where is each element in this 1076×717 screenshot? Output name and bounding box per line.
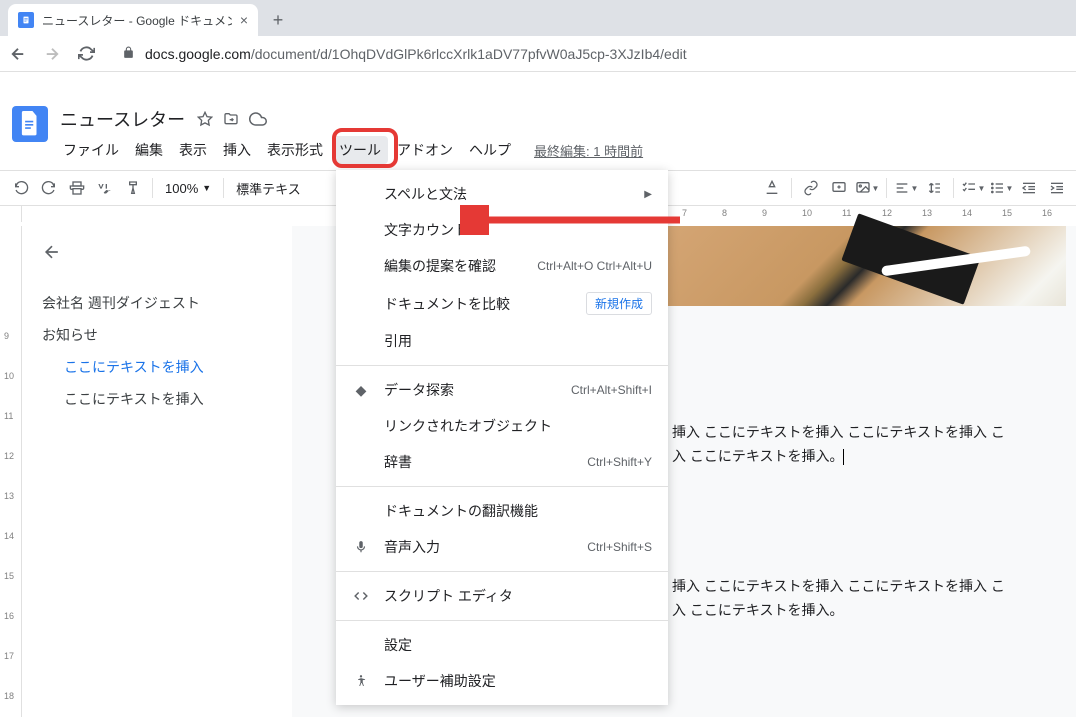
spellcheck-button[interactable] <box>92 175 118 201</box>
tab-title: ニュースレター - Google ドキュメント <box>42 12 232 29</box>
menu-bar: ファイル 編集 表示 挿入 表示形式 ツール アドオン ヘルプ 最終編集: 1 … <box>56 136 1064 164</box>
body-line-3: 挿入 ここにテキストを挿入 ここにテキストを挿入 こ <box>672 574 1005 599</box>
text-cursor-icon <box>843 449 844 465</box>
menu-linked-objects[interactable]: リンクされたオブジェクト <box>336 408 668 444</box>
outline-heading-2[interactable]: お知らせ <box>42 319 272 351</box>
paint-format-button[interactable] <box>120 175 146 201</box>
url-text: docs.google.com/document/d/1OhqDVdGlPk6r… <box>145 46 687 62</box>
outline-heading-1[interactable]: 会社名 週刊ダイジェスト <box>42 287 272 319</box>
explore-icon: ◆ <box>352 382 370 399</box>
insert-link-button[interactable] <box>798 175 824 201</box>
insert-image-button[interactable]: ▼ <box>854 175 880 201</box>
menu-preferences[interactable]: 設定 <box>336 627 668 663</box>
menu-explore[interactable]: ◆データ探索Ctrl+Alt+Shift+I <box>336 372 668 408</box>
menu-file[interactable]: ファイル <box>56 136 126 164</box>
back-button[interactable] <box>8 44 28 64</box>
forward-button[interactable] <box>42 44 62 64</box>
move-icon[interactable] <box>223 110 239 128</box>
docs-header: ニュースレター ファイル 編集 表示 挿入 表示形式 ツール アドオン ヘルプ … <box>0 96 1076 164</box>
url-field[interactable]: docs.google.com/document/d/1OhqDVdGlPk6r… <box>110 42 1068 66</box>
body-line-2: 入 ここにテキストを挿入。 <box>672 444 844 469</box>
star-icon[interactable] <box>197 110 213 128</box>
insert-comment-button[interactable] <box>826 175 852 201</box>
menu-edit[interactable]: 編集 <box>128 136 170 164</box>
body-line-4: 入 ここにテキストを挿入。 <box>672 598 843 623</box>
line-spacing-button[interactable] <box>921 175 947 201</box>
reload-button[interactable] <box>76 44 96 64</box>
bulleted-list-button[interactable]: ▼ <box>988 175 1014 201</box>
body-line-1: 挿入 ここにテキストを挿入 ここにテキストを挿入 こ <box>672 420 1005 445</box>
menu-review-suggestions[interactable]: 編集の提案を確認Ctrl+Alt+O Ctrl+Alt+U <box>336 248 668 284</box>
menu-dictionary[interactable]: 辞書Ctrl+Shift+Y <box>336 444 668 480</box>
align-button[interactable]: ▼ <box>893 175 919 201</box>
lock-icon <box>122 46 135 62</box>
new-badge: 新規作成 <box>586 292 652 315</box>
chevron-right-icon: ▶ <box>644 189 652 200</box>
menu-view[interactable]: 表示 <box>172 136 214 164</box>
style-select[interactable]: 標準テキス <box>230 179 307 198</box>
browser-tab-strip: ニュースレター - Google ドキュメント × + <box>0 0 1076 36</box>
cloud-status-icon[interactable] <box>249 110 267 128</box>
docs-favicon-icon <box>18 12 34 28</box>
accessibility-icon <box>352 674 370 688</box>
menu-tools[interactable]: ツール <box>332 136 388 164</box>
vertical-ruler[interactable]: 9101112131415161718 <box>0 226 22 717</box>
menu-spelling[interactable]: スペルと文法▶ <box>336 176 668 212</box>
new-tab-button[interactable]: + <box>264 6 292 34</box>
menu-insert[interactable]: 挿入 <box>216 136 258 164</box>
menu-voice-typing[interactable]: 音声入力Ctrl+Shift+S <box>336 529 668 565</box>
code-icon <box>352 589 370 603</box>
menu-format[interactable]: 表示形式 <box>260 136 330 164</box>
undo-button[interactable] <box>8 175 34 201</box>
document-title[interactable]: ニュースレター <box>56 104 189 134</box>
menu-script-editor[interactable]: スクリプト エディタ <box>336 578 668 614</box>
menu-translate[interactable]: ドキュメントの翻訳機能 <box>336 493 668 529</box>
tab-close-icon[interactable]: × <box>240 12 248 28</box>
hero-image <box>666 226 1066 306</box>
decrease-indent-button[interactable] <box>1016 175 1042 201</box>
menu-compare[interactable]: ドキュメントを比較新規作成 <box>336 284 668 323</box>
highlight-color-button[interactable] <box>759 175 785 201</box>
increase-indent-button[interactable] <box>1044 175 1070 201</box>
last-edit-link[interactable]: 最終編集: 1 時間前 <box>534 141 643 160</box>
menu-help[interactable]: ヘルプ <box>462 136 518 164</box>
docs-logo-icon[interactable] <box>12 106 48 142</box>
address-bar: docs.google.com/document/d/1OhqDVdGlPk6r… <box>0 36 1076 72</box>
checklist-button[interactable]: ▼ <box>960 175 986 201</box>
mic-icon <box>352 540 370 554</box>
menu-addons[interactable]: アドオン <box>390 136 460 164</box>
outline-sub-1[interactable]: ここにテキストを挿入 <box>42 351 272 383</box>
browser-tab[interactable]: ニュースレター - Google ドキュメント × <box>8 4 258 36</box>
outline-panel: 会社名 週刊ダイジェスト お知らせ ここにテキストを挿入 ここにテキストを挿入 <box>22 226 292 717</box>
redo-button[interactable] <box>36 175 62 201</box>
print-button[interactable] <box>64 175 90 201</box>
menu-accessibility[interactable]: ユーザー補助設定 <box>336 663 668 699</box>
zoom-select[interactable]: 100% ▼ <box>159 181 217 196</box>
outline-sub-2[interactable]: ここにテキストを挿入 <box>42 383 272 415</box>
tools-dropdown: スペルと文法▶ 文字カウント 編集の提案を確認Ctrl+Alt+O Ctrl+A… <box>336 170 668 705</box>
menu-word-count[interactable]: 文字カウント <box>336 212 668 248</box>
outline-back-icon[interactable] <box>42 242 272 267</box>
menu-citations[interactable]: 引用 <box>336 323 668 359</box>
